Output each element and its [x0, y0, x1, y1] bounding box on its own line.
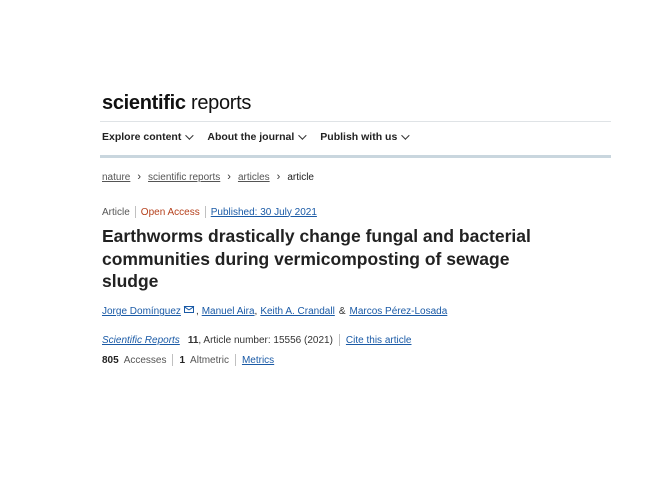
published-date-link[interactable]: Published: 30 July 2021 [211, 207, 317, 218]
nav-explore-content[interactable]: Explore content [102, 131, 195, 143]
breadcrumb-scientific-reports[interactable]: scientific reports [148, 172, 220, 183]
metrics-link[interactable]: Metrics [242, 355, 274, 366]
author-separator: , [254, 306, 258, 317]
logo-bold-text: scientific [102, 92, 186, 114]
article-number: , Article number: 15556 (2021) [198, 334, 333, 346]
chevron-down-icon [298, 131, 307, 140]
article-meta: Article Open Access Published: 30 July 2… [102, 206, 317, 218]
chevron-right-icon: › [227, 171, 231, 183]
meta-divider [134, 206, 136, 218]
header-divider [100, 121, 611, 122]
altmetric-count: 1 [179, 354, 186, 366]
journal-volume: 11 [187, 334, 199, 346]
article-title: Earthworms drastically change fungal and… [102, 226, 531, 291]
author-link[interactable]: Keith A. Crandall [260, 306, 335, 317]
author-separator: , [195, 306, 199, 317]
nav-publish-with-us[interactable]: Publish with us [320, 131, 410, 143]
nav-label: Explore content [102, 131, 182, 143]
author-link[interactable]: Manuel Aira [202, 306, 255, 317]
logo-light-text: reports [185, 92, 252, 114]
main-nav: Explore content About the journal Publis… [102, 131, 423, 143]
breadcrumb-articles[interactable]: articles [238, 172, 270, 183]
journal-info: Scientific Reports 11 , Article number: … [102, 334, 412, 346]
chevron-right-icon: › [137, 171, 142, 183]
nav-divider [100, 155, 611, 158]
chevron-right-icon: › [276, 171, 281, 183]
altmetric-label: Altmetric [190, 354, 229, 366]
nav-label: About the journal [207, 131, 295, 143]
journal-name-link[interactable]: Scientific Reports [102, 335, 180, 346]
meta-divider [204, 206, 206, 218]
accesses-count: 805 [102, 354, 119, 366]
breadcrumb-current: article [287, 171, 314, 183]
open-access-label: Open Access [140, 206, 200, 218]
article-type: Article [102, 206, 130, 218]
author-list: Jorge Domínguez , Manuel Aira , Keith A.… [102, 306, 447, 317]
journal-logo[interactable]: scientific reports [102, 92, 251, 115]
nav-about-journal[interactable]: About the journal [207, 131, 307, 143]
metrics-divider [172, 354, 174, 366]
author-ampersand: & [338, 306, 346, 317]
breadcrumb-nature[interactable]: nature [102, 172, 130, 183]
chevron-down-icon [185, 131, 195, 140]
journal-divider [338, 334, 340, 346]
metrics-divider [234, 354, 236, 366]
article-metrics: 805 Accesses 1 Altmetric Metrics [102, 354, 274, 366]
nav-label: Publish with us [320, 131, 398, 143]
author-link[interactable]: Marcos Pérez-Losada [349, 306, 447, 317]
mail-icon[interactable] [183, 306, 194, 313]
author-link[interactable]: Jorge Domínguez [102, 306, 181, 317]
cite-article-link[interactable]: Cite this article [346, 335, 412, 346]
chevron-down-icon [401, 131, 410, 140]
accesses-label: Accesses [123, 354, 167, 366]
breadcrumb: nature › scientific reports › articles ›… [102, 171, 314, 183]
